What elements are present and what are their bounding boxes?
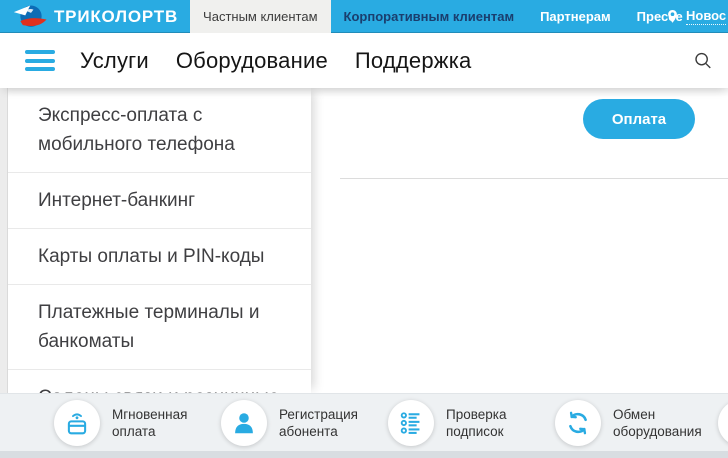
quick-action-label: Мгновенная оплата bbox=[112, 406, 214, 440]
quick-action-label: Регистрация абонента bbox=[279, 406, 381, 440]
search-icon[interactable] bbox=[693, 51, 713, 71]
tab-partners[interactable]: Партнерам bbox=[527, 0, 624, 33]
menu-item-internet-banking[interactable]: Интернет-банкинг bbox=[8, 173, 311, 229]
quick-action-label: Обмен оборудования bbox=[613, 406, 715, 440]
tricolor-logo[interactable]: ТРИКОЛОРТВ bbox=[13, 0, 178, 33]
menu-item-express-mobile-payment[interactable]: Экспресс-оплата с мобильного телефона bbox=[8, 88, 311, 173]
logo-text: ТРИКОЛОРТВ bbox=[54, 7, 178, 27]
payment-methods-menu: Экспресс-оплата с мобильного телефона Ин… bbox=[8, 88, 311, 393]
instant-payment-icon bbox=[54, 400, 100, 446]
check-subscriptions-icon bbox=[388, 400, 434, 446]
content-divider bbox=[340, 178, 728, 179]
equipment-exchange-icon bbox=[555, 400, 601, 446]
tricolor-bird-icon bbox=[13, 3, 49, 31]
audience-tabs: Частным клиентам Корпоративным клиентам … bbox=[190, 0, 696, 33]
quick-action-subscriber-registration[interactable]: Регистрация абонента bbox=[221, 400, 388, 446]
menu-item-terminals-atms[interactable]: Платежные терминалы и банкоматы bbox=[8, 285, 311, 370]
tab-corporate-clients[interactable]: Корпоративным клиентам bbox=[331, 0, 528, 33]
nav-item-equipment[interactable]: Оборудование bbox=[176, 48, 328, 74]
quick-action-instant-payment[interactable]: Мгновенная оплата bbox=[54, 400, 221, 446]
tab-private-clients[interactable]: Частным клиентам bbox=[190, 0, 331, 33]
quick-actions-bar: Мгновенная оплата Регистрация абонента bbox=[0, 393, 728, 451]
hamburger-menu-icon[interactable] bbox=[25, 50, 55, 71]
location-pin-icon bbox=[665, 8, 680, 25]
main-nav-links: Услуги Оборудование Поддержка bbox=[80, 48, 498, 74]
quick-action-label: Проверка подписок bbox=[446, 406, 548, 440]
top-bar: ТРИКОЛОРТВ Частным клиентам Корпоративны… bbox=[0, 0, 728, 33]
main-content: Оплата bbox=[311, 88, 728, 393]
page-left-gutter bbox=[0, 88, 8, 393]
location-label: Новос bbox=[686, 8, 726, 25]
pay-button[interactable]: Оплата bbox=[583, 99, 695, 139]
bottom-section-edge bbox=[0, 451, 728, 458]
nav-item-services[interactable]: Услуги bbox=[80, 48, 149, 74]
quick-action-equipment-exchange[interactable]: Обмен оборудования bbox=[555, 400, 722, 446]
subscriber-registration-icon bbox=[221, 400, 267, 446]
nav-item-support[interactable]: Поддержка bbox=[355, 48, 472, 74]
location-selector[interactable]: Новос bbox=[665, 0, 726, 33]
quick-action-check-subscriptions[interactable]: Проверка подписок bbox=[388, 400, 555, 446]
main-nav-bar: Услуги Оборудование Поддержка bbox=[0, 33, 728, 88]
tricolor-tv-page: ТРИКОЛОРТВ Частным клиентам Корпоративны… bbox=[0, 0, 728, 458]
menu-item-payment-cards-pin[interactable]: Карты оплаты и PIN-коды bbox=[8, 229, 311, 285]
